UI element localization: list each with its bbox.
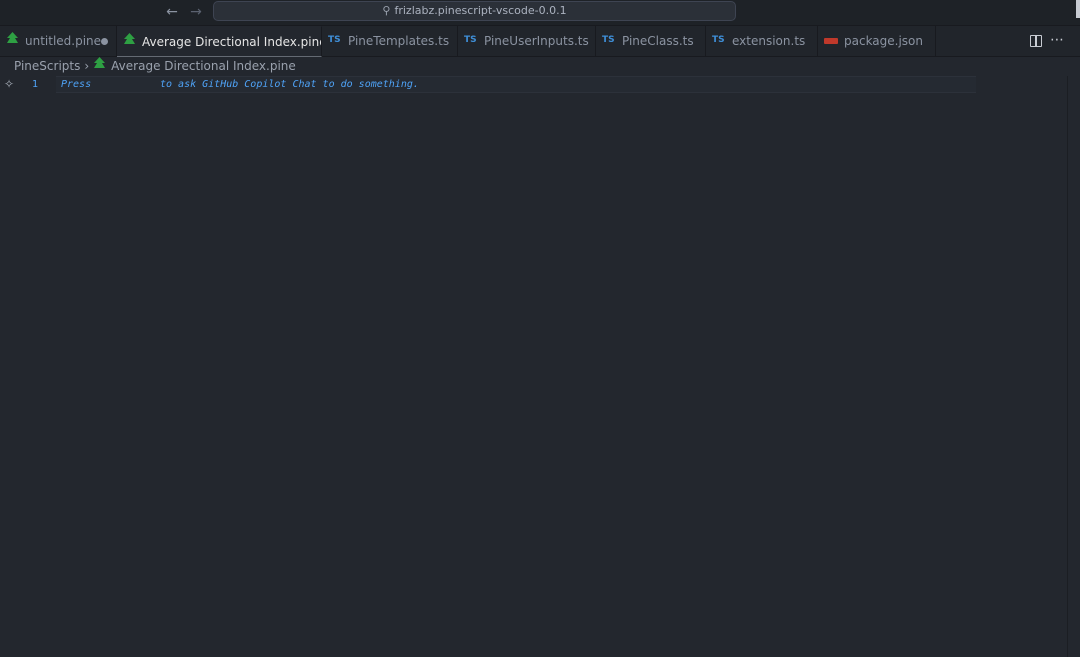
tab-pine-user-inputs[interactable]: TS PineUserInputs.ts (458, 26, 596, 57)
tab-label: extension.ts (732, 34, 806, 48)
tab-package-json[interactable]: package.json (818, 26, 936, 57)
copilot-hint-text: to ask GitHub Copilot Chat to do somethi… (160, 79, 419, 90)
vertical-scrollbar[interactable] (1067, 76, 1080, 657)
tab-extension[interactable]: TS extension.ts (706, 26, 818, 57)
editor-tab-bar: untitled.pine Average Directional Index.… (0, 26, 1080, 57)
pine-tree-icon (93, 56, 106, 75)
command-center-label: frizlabz.pinescript-vscode-0.0.1 (394, 4, 567, 17)
tab-average-directional-index[interactable]: Average Directional Index.pine (117, 26, 322, 57)
command-center[interactable]: ⚲ frizlabz.pinescript-vscode-0.0.1 (213, 1, 736, 21)
tab-label: Average Directional Index.pine (142, 35, 322, 49)
title-bar: ← → ⚲ frizlabz.pinescript-vscode-0.0.1 (0, 0, 1080, 26)
line-number: 1 (31, 79, 38, 90)
tab-untitled-pine[interactable]: untitled.pine (0, 26, 117, 57)
tab-label: package.json (844, 34, 924, 48)
forward-button[interactable]: → (186, 3, 206, 21)
search-icon: ⚲ (382, 4, 391, 17)
npm-icon (824, 37, 838, 44)
split-editor-icon[interactable] (1030, 35, 1042, 47)
tab-label: PineTemplates.ts (348, 34, 450, 48)
tab-pine-templates[interactable]: TS PineTemplates.ts (322, 26, 458, 57)
typescript-icon: TS (328, 35, 341, 45)
code-editor[interactable]: ✧ 1 Press to ask GitHub Copilot Chat to … (0, 76, 1080, 657)
editor-actions: ⋯ (1020, 26, 1080, 57)
arrow-right-icon: → (190, 4, 202, 20)
chevron-right-icon: › (84, 59, 90, 73)
back-button[interactable]: ← (162, 3, 182, 21)
copilot-sparkle-icon[interactable]: ✧ (4, 77, 14, 91)
breadcrumb-file[interactable]: Average Directional Index.pine (111, 59, 296, 73)
pine-tree-icon (123, 27, 136, 56)
arrow-left-icon: ← (166, 4, 178, 20)
unsaved-dot-icon[interactable] (101, 38, 108, 45)
breadcrumb: PineScripts › Average Directional Index.pi… (0, 57, 1080, 76)
pine-tree-icon (6, 26, 19, 56)
breadcrumb-folder[interactable]: PineScripts (14, 59, 80, 73)
typescript-icon: TS (602, 35, 615, 45)
tab-label: untitled.pine (25, 34, 102, 48)
tab-label: PineClass.ts (622, 34, 694, 48)
window-edge (1076, 0, 1080, 18)
typescript-icon: TS (712, 35, 725, 45)
tab-pine-class[interactable]: TS PineClass.ts (596, 26, 706, 57)
copilot-hint-press: Press (61, 79, 92, 90)
typescript-icon: TS (464, 35, 477, 45)
more-actions-icon[interactable]: ⋯ (1050, 32, 1065, 48)
tab-label: PineUserInputs.ts (484, 34, 589, 48)
